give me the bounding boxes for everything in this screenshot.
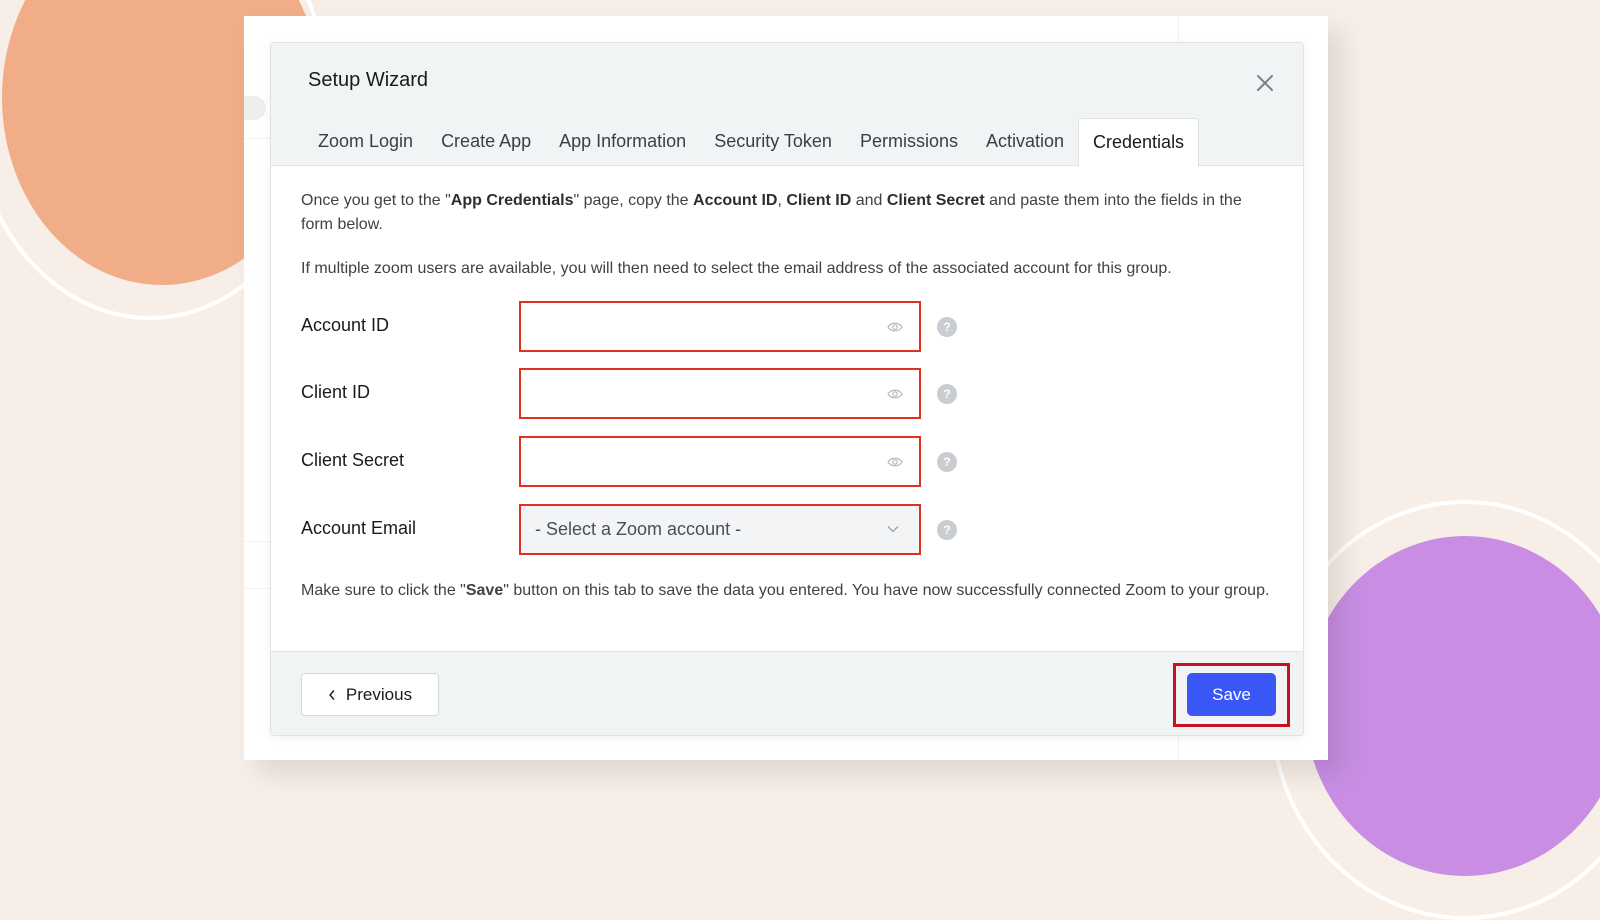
save-note: Make sure to click the "Save" button on … bbox=[301, 579, 1271, 603]
previous-label: Previous bbox=[345, 684, 413, 704]
account-email-select[interactable]: - Select a Zoom account - bbox=[519, 504, 921, 555]
account-email-row: Account Email - Select a Zoom account - … bbox=[301, 504, 1001, 556]
client-id-row: Client ID ? bbox=[301, 368, 1001, 420]
help-icon[interactable]: ? bbox=[937, 520, 957, 540]
tab-permissions[interactable]: Permissions bbox=[846, 118, 972, 166]
client-id-input[interactable] bbox=[521, 370, 919, 417]
account-id-row: Account ID ? bbox=[301, 301, 1001, 353]
eye-icon[interactable] bbox=[887, 456, 903, 468]
account-email-label: Account Email bbox=[301, 518, 417, 538]
tab-zoom-login[interactable]: Zoom Login bbox=[308, 118, 427, 166]
save-emphasis: Save bbox=[465, 582, 504, 599]
client-id-emphasis: Client ID bbox=[786, 192, 852, 209]
client-secret-emphasis: Client Secret bbox=[886, 192, 985, 209]
background-badge bbox=[244, 96, 266, 120]
chevron-down-icon bbox=[887, 526, 899, 533]
dialog-header: Setup Wizard Zoom Login Create App App I… bbox=[271, 43, 1303, 167]
tab-activation[interactable]: Activation bbox=[972, 118, 1078, 166]
text: and bbox=[851, 192, 887, 209]
tab-security-token[interactable]: Security Token bbox=[700, 118, 846, 166]
instructions: Once you get to the "App Credentials" pa… bbox=[301, 189, 1271, 281]
instructions-paragraph-2: If multiple zoom users are available, yo… bbox=[301, 260, 1172, 277]
account-id-field-wrapper bbox=[519, 301, 921, 352]
save-button-highlight: Save bbox=[1173, 663, 1290, 727]
dialog-footer: Previous Save bbox=[271, 651, 1303, 735]
account-id-emphasis: Account ID bbox=[693, 192, 778, 209]
eye-icon[interactable] bbox=[887, 388, 903, 400]
text: " page, copy the bbox=[573, 192, 694, 209]
client-secret-field-wrapper bbox=[519, 436, 921, 487]
tab-app-information[interactable]: App Information bbox=[545, 118, 700, 166]
client-id-field-wrapper bbox=[519, 368, 921, 419]
chevron-left-icon bbox=[328, 689, 335, 700]
help-icon[interactable]: ? bbox=[937, 452, 957, 472]
client-secret-label: Client Secret bbox=[301, 450, 405, 470]
eye-icon[interactable] bbox=[887, 321, 903, 333]
tab-credentials[interactable]: Credentials bbox=[1078, 118, 1200, 167]
text: Make sure to click the " bbox=[301, 582, 466, 599]
dialog-title: Setup Wizard bbox=[308, 69, 429, 91]
tab-create-app[interactable]: Create App bbox=[427, 118, 545, 166]
text: " button on this tab to save the data yo… bbox=[503, 582, 1270, 599]
help-icon[interactable]: ? bbox=[937, 317, 957, 337]
client-secret-row: Client Secret ? bbox=[301, 436, 1001, 488]
client-id-label: Client ID bbox=[301, 382, 371, 402]
save-button[interactable]: Save bbox=[1187, 673, 1276, 716]
account-id-label: Account ID bbox=[301, 315, 390, 335]
close-button[interactable] bbox=[1253, 71, 1277, 95]
instructions-paragraph: Once you get to the "App Credentials" pa… bbox=[301, 189, 1271, 237]
setup-wizard-dialog: Setup Wizard Zoom Login Create App App I… bbox=[270, 42, 1304, 736]
text: Once you get to the " bbox=[301, 192, 451, 209]
wizard-tabs: Zoom Login Create App App Information Se… bbox=[308, 118, 1200, 167]
account-email-selected-value: - Select a Zoom account - bbox=[535, 519, 742, 539]
app-credentials-emphasis: App Credentials bbox=[450, 192, 574, 209]
help-icon[interactable]: ? bbox=[937, 384, 957, 404]
client-secret-input[interactable] bbox=[521, 438, 919, 485]
previous-button[interactable]: Previous bbox=[301, 673, 439, 716]
account-id-input[interactable] bbox=[521, 303, 919, 350]
close-icon bbox=[1257, 75, 1273, 91]
